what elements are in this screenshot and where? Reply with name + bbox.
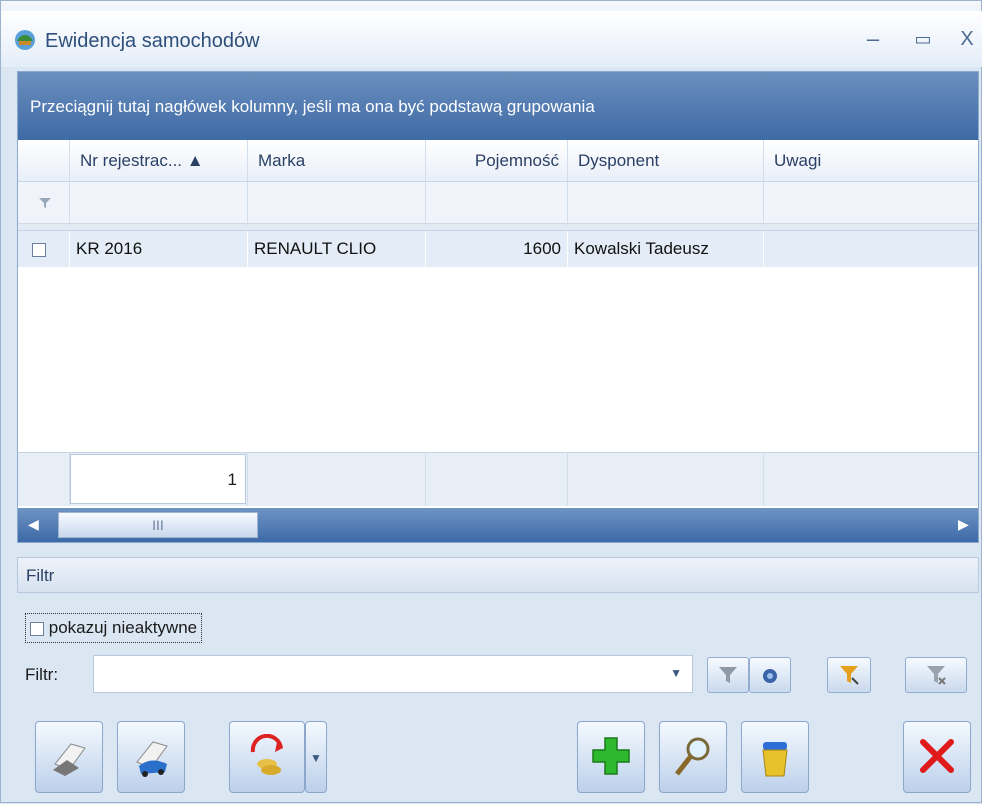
refresh-coins-icon: [250, 733, 283, 775]
table-cell-marka[interactable]: RENAULT CLIO: [248, 231, 426, 267]
group-by-panel[interactable]: Przeciągnij tutaj nagłówek kolumny, jeśl…: [18, 72, 978, 140]
horizontal-scrollbar[interactable]: ◀ III ▶: [18, 508, 978, 542]
search-icon: [675, 737, 710, 776]
filter-cell-marka[interactable]: [248, 182, 426, 224]
footer-cell: [568, 452, 764, 506]
filter-settings-icon: [763, 669, 777, 683]
add-icon: [592, 737, 630, 775]
clear-filter-icon: [927, 666, 946, 685]
filter-input[interactable]: ▼: [93, 655, 693, 693]
maximize-button[interactable]: ▭: [909, 25, 937, 53]
car-icon: [15, 30, 35, 50]
minimize-button[interactable]: –: [859, 25, 887, 53]
show-inactive-label: pokazuj nieaktywne: [48, 618, 198, 637]
operations-button[interactable]: [229, 721, 305, 793]
scrollbar-thumb[interactable]: III: [58, 512, 258, 538]
print-icon: [53, 743, 86, 776]
filter-cell-pojemnosc[interactable]: [426, 182, 568, 224]
search-button[interactable]: [659, 721, 727, 793]
select-column-header[interactable]: [18, 140, 70, 182]
close-window-button[interactable]: X: [953, 25, 981, 53]
window-title: Ewidencja samochodów: [45, 30, 260, 52]
table-cell-pojemnosc[interactable]: 1600: [426, 231, 568, 267]
column-header-nr[interactable]: Nr rejestrac... ▲: [70, 140, 248, 182]
table-cell-uwagi[interactable]: [764, 231, 978, 267]
filter-row-icon-cell: [18, 182, 70, 224]
group-panel-hint: Przeciągnij tutaj nagłówek kolumny, jeśl…: [30, 97, 595, 116]
trash-icon: [762, 742, 788, 777]
close-icon: [920, 739, 954, 773]
filter-cell-nr[interactable]: [70, 182, 248, 224]
scroll-left-arrow-icon[interactable]: ◀: [28, 516, 39, 533]
column-header-pojemnosc[interactable]: Pojemność: [426, 140, 568, 182]
header-separator: [18, 224, 978, 231]
show-inactive-checkbox-box[interactable]: [30, 621, 44, 636]
car-print-button[interactable]: [117, 721, 185, 793]
table-cell-dysponent[interactable]: Kowalski Tadeusz: [568, 231, 764, 267]
footer-cell: [426, 452, 568, 506]
clear-filter-button[interactable]: [905, 657, 967, 693]
column-header-dysponent[interactable]: Dysponent: [568, 140, 764, 182]
table-row-checkbox-cell[interactable]: [18, 231, 70, 267]
chevron-down-icon: ▼: [310, 751, 322, 765]
filter-section-header: Filtr: [17, 557, 979, 593]
footer-cell: [248, 452, 426, 506]
close-button[interactable]: [903, 721, 971, 793]
filter-icon: [39, 198, 51, 208]
operations-dropdown-button[interactable]: ▼: [305, 721, 327, 793]
column-header-uwagi[interactable]: Uwagi: [764, 140, 978, 182]
filter-icon: [719, 667, 737, 683]
delete-button[interactable]: [741, 721, 809, 793]
footer-cell: [764, 452, 978, 506]
main-window: Ewidencja samochodów – ▭ X Przeciągnij t…: [0, 0, 982, 803]
add-button[interactable]: [577, 721, 645, 793]
filter-wand-icon: [840, 666, 859, 685]
filter-cell-uwagi[interactable]: [764, 182, 978, 224]
filter-cell-dysponent[interactable]: [568, 182, 764, 224]
vehicles-grid: Przeciągnij tutaj nagłówek kolumny, jeśl…: [17, 71, 979, 543]
apply-filter-button[interactable]: [707, 657, 749, 693]
title-bar: Ewidencja samochodów – ▭ X: [1, 11, 982, 67]
filter-label: Filtr:: [25, 665, 59, 684]
scroll-right-arrow-icon[interactable]: ▶: [958, 516, 969, 533]
show-inactive-checkbox[interactable]: pokazuj nieaktywne: [25, 613, 203, 643]
footer-cell: [18, 452, 70, 506]
row-checkbox[interactable]: [32, 242, 46, 257]
table-cell-nr[interactable]: KR 2016: [70, 231, 248, 267]
chevron-down-icon[interactable]: ▼: [670, 666, 682, 680]
print-button[interactable]: [35, 721, 103, 793]
car-print-icon: [136, 741, 168, 777]
advanced-filter-button[interactable]: [749, 657, 791, 693]
record-count: 1: [70, 454, 246, 504]
column-header-marka[interactable]: Marka: [248, 140, 426, 182]
filter-wizard-button[interactable]: [827, 657, 871, 693]
